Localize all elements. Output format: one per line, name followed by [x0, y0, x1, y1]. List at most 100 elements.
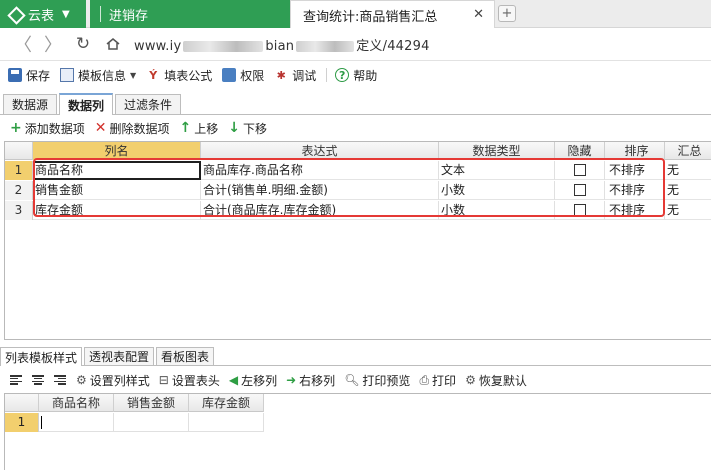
hidden-checkbox[interactable]: [573, 203, 586, 216]
cell-summary[interactable]: 无: [665, 201, 711, 220]
preview-header-stock[interactable]: 库存金额: [189, 394, 264, 412]
url-blurred-segment-2: [296, 40, 355, 52]
tab-inventory[interactable]: 进销存: [90, 0, 290, 28]
cell-expression[interactable]: 合计(商品库存.库存金额): [201, 201, 439, 220]
column-toolbar: + 添加数据项 ✕ 删除数据项 ↑ 上移 ↓ 下移: [0, 116, 711, 140]
cell-summary[interactable]: 无: [665, 161, 711, 180]
set-header-label: 设置表头: [171, 373, 220, 388]
permission-button[interactable]: 权限: [222, 67, 264, 84]
url-mid: bian: [265, 38, 295, 54]
print-preview-button[interactable]: 🔍︎ 打印预览: [344, 372, 410, 389]
reload-icon[interactable]: ↻: [72, 33, 94, 55]
bug-icon: ✱: [276, 68, 286, 82]
preview-cell-name[interactable]: [39, 413, 114, 432]
align-left-icon[interactable]: [10, 375, 22, 385]
preview-row[interactable]: 1: [5, 413, 264, 432]
back-icon[interactable]: 〈: [12, 33, 34, 56]
restore-default-button[interactable]: ⚙ 恢复默认: [465, 372, 527, 389]
preview-cell-stock[interactable]: [189, 413, 264, 432]
permission-icon: [222, 68, 237, 82]
plus-icon: +: [10, 120, 22, 136]
tab-query-sales-summary[interactable]: 查询统计:商品销售汇总 ✕: [290, 0, 495, 29]
hidden-checkbox[interactable]: [573, 183, 586, 196]
help-button[interactable]: ? 帮助: [335, 67, 377, 84]
save-button[interactable]: 保存: [8, 67, 50, 84]
cell-type[interactable]: 小数: [439, 201, 555, 220]
column-header-hidden[interactable]: 隐藏: [555, 142, 605, 160]
grid-header: 列名 表达式 数据类型 隐藏 排序 汇总: [5, 142, 711, 160]
cell-summary[interactable]: 无: [665, 181, 711, 200]
row-number: 2: [5, 181, 33, 200]
tab-data-source[interactable]: 数据源: [3, 94, 58, 114]
cell-type[interactable]: 文本: [439, 161, 555, 180]
move-up-button[interactable]: ↑ 上移: [180, 120, 219, 137]
tab-data-columns[interactable]: 数据列: [59, 93, 114, 115]
cell-name[interactable]: 商品名称: [33, 161, 201, 180]
set-header-button[interactable]: ⊟ 设置表头: [159, 372, 220, 389]
column-header-summary[interactable]: 汇总: [665, 142, 711, 160]
cell-sort[interactable]: 不排序: [605, 201, 665, 220]
tab-inventory-label: 进销存: [109, 8, 149, 24]
text-caret: [41, 416, 42, 429]
gear-icon: ⚙: [76, 373, 87, 387]
home-icon[interactable]: [102, 33, 124, 55]
tab-dashboard-chart[interactable]: 看板图表: [156, 347, 215, 365]
browser-tab-strip: 云表 ▼ 进销存 查询统计:商品销售汇总 ✕ +: [0, 0, 711, 29]
cell-hidden[interactable]: [555, 201, 605, 220]
new-tab-button[interactable]: +: [498, 5, 516, 22]
tab-list-template-style[interactable]: 列表模板样式: [0, 347, 83, 366]
help-icon: ?: [335, 68, 350, 82]
arrow-right-icon: ➜: [286, 373, 297, 387]
cell-expression[interactable]: 合计(销售单.明细.金额): [201, 181, 439, 200]
url-suffix: 定义/44294: [356, 38, 430, 54]
cell-type[interactable]: 小数: [439, 181, 555, 200]
cell-expression[interactable]: 商品库存.商品名称: [201, 161, 439, 180]
url-field[interactable]: www.iy bian 定义/44294: [134, 35, 430, 54]
move-down-button[interactable]: ↓ 下移: [228, 120, 267, 137]
template-info-button[interactable]: 模板信息 ▼: [60, 67, 136, 84]
fill-formula-label: 填表公式: [164, 68, 213, 83]
close-tab-icon[interactable]: ✕: [473, 7, 484, 22]
preview-cell-sales[interactable]: [114, 413, 189, 432]
arrow-up-icon: ↑: [179, 120, 192, 136]
cell-hidden[interactable]: [555, 181, 605, 200]
align-right-icon[interactable]: [54, 375, 66, 385]
set-column-style-button[interactable]: ⚙ 设置列样式: [76, 372, 150, 389]
fill-formula-button[interactable]: Ý 填表公式: [146, 67, 212, 84]
cell-name[interactable]: 销售金额: [33, 181, 201, 200]
printer-icon: ⎙: [419, 372, 430, 387]
bottom-tabs: 列表模板样式 透视表配置 看板图表: [0, 347, 711, 366]
delete-x-icon: ✕: [94, 120, 107, 136]
hidden-checkbox[interactable]: [573, 163, 586, 176]
floppy-disk-icon: [8, 68, 22, 82]
tab-active-label: 查询统计:商品销售汇总: [303, 9, 438, 25]
print-button[interactable]: ⎙ 打印: [419, 372, 456, 389]
column-header-sort[interactable]: 排序: [605, 142, 665, 160]
move-left-button[interactable]: ◀ 左移列: [229, 372, 277, 389]
forward-icon[interactable]: 〉: [42, 33, 64, 56]
column-header-type[interactable]: 数据类型: [439, 142, 555, 160]
table-row[interactable]: 3 库存金额 合计(商品库存.库存金额) 小数 不排序 无: [5, 201, 711, 220]
cell-sort[interactable]: 不排序: [605, 161, 665, 180]
url-blurred-segment: [183, 40, 264, 52]
arrow-left-icon: ◀: [228, 373, 239, 387]
cell-name[interactable]: 库存金额: [33, 201, 201, 220]
preview-grid: 商品名称 销售金额 库存金额 1: [4, 393, 711, 470]
app-menu-tab[interactable]: 云表 ▼: [0, 0, 86, 28]
preview-header-sales[interactable]: 销售金额: [114, 394, 189, 412]
table-row[interactable]: 2 销售金额 合计(销售单.明细.金额) 小数 不排序 无: [5, 181, 711, 200]
column-header-name[interactable]: 列名: [33, 142, 201, 160]
align-center-icon[interactable]: [32, 375, 44, 385]
preview-header-name[interactable]: 商品名称: [39, 394, 114, 412]
add-item-button[interactable]: + 添加数据项: [10, 120, 85, 137]
column-header-expression[interactable]: 表达式: [201, 142, 439, 160]
move-right-button[interactable]: ➜ 右移列: [286, 372, 335, 389]
debug-button[interactable]: ✱ 调试: [274, 67, 317, 84]
cell-hidden[interactable]: [555, 161, 605, 180]
gear-icon: ⚙: [465, 373, 476, 387]
delete-item-button[interactable]: ✕ 删除数据项: [95, 120, 170, 137]
table-row[interactable]: 1 商品名称 商品库存.商品名称 文本 不排序 无: [5, 161, 711, 180]
tab-filter-conditions[interactable]: 过滤条件: [115, 94, 182, 114]
tab-pivot-config[interactable]: 透视表配置: [84, 347, 155, 365]
cell-sort[interactable]: 不排序: [605, 181, 665, 200]
